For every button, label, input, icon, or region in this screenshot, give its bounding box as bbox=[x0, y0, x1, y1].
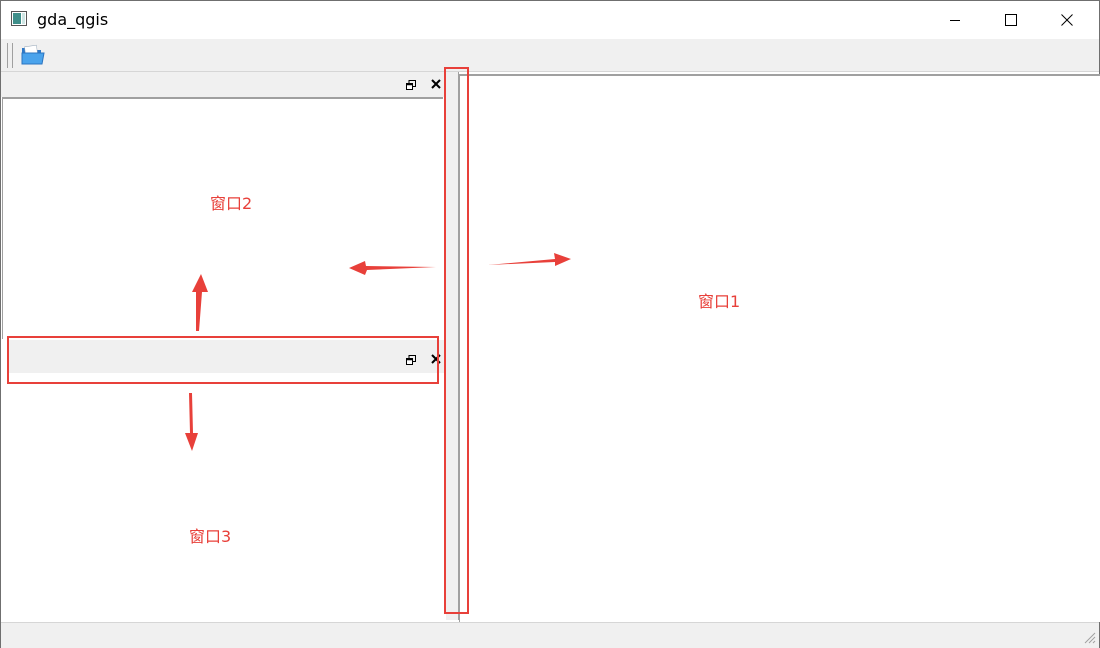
arrow-icon bbox=[185, 393, 198, 451]
arrow-icon bbox=[349, 261, 436, 275]
status-bar bbox=[1, 622, 1099, 648]
annotation-arrows bbox=[185, 253, 571, 451]
resize-grip-icon[interactable] bbox=[1082, 630, 1096, 644]
arrow-icon bbox=[488, 253, 571, 266]
arrow-icon bbox=[192, 274, 208, 331]
